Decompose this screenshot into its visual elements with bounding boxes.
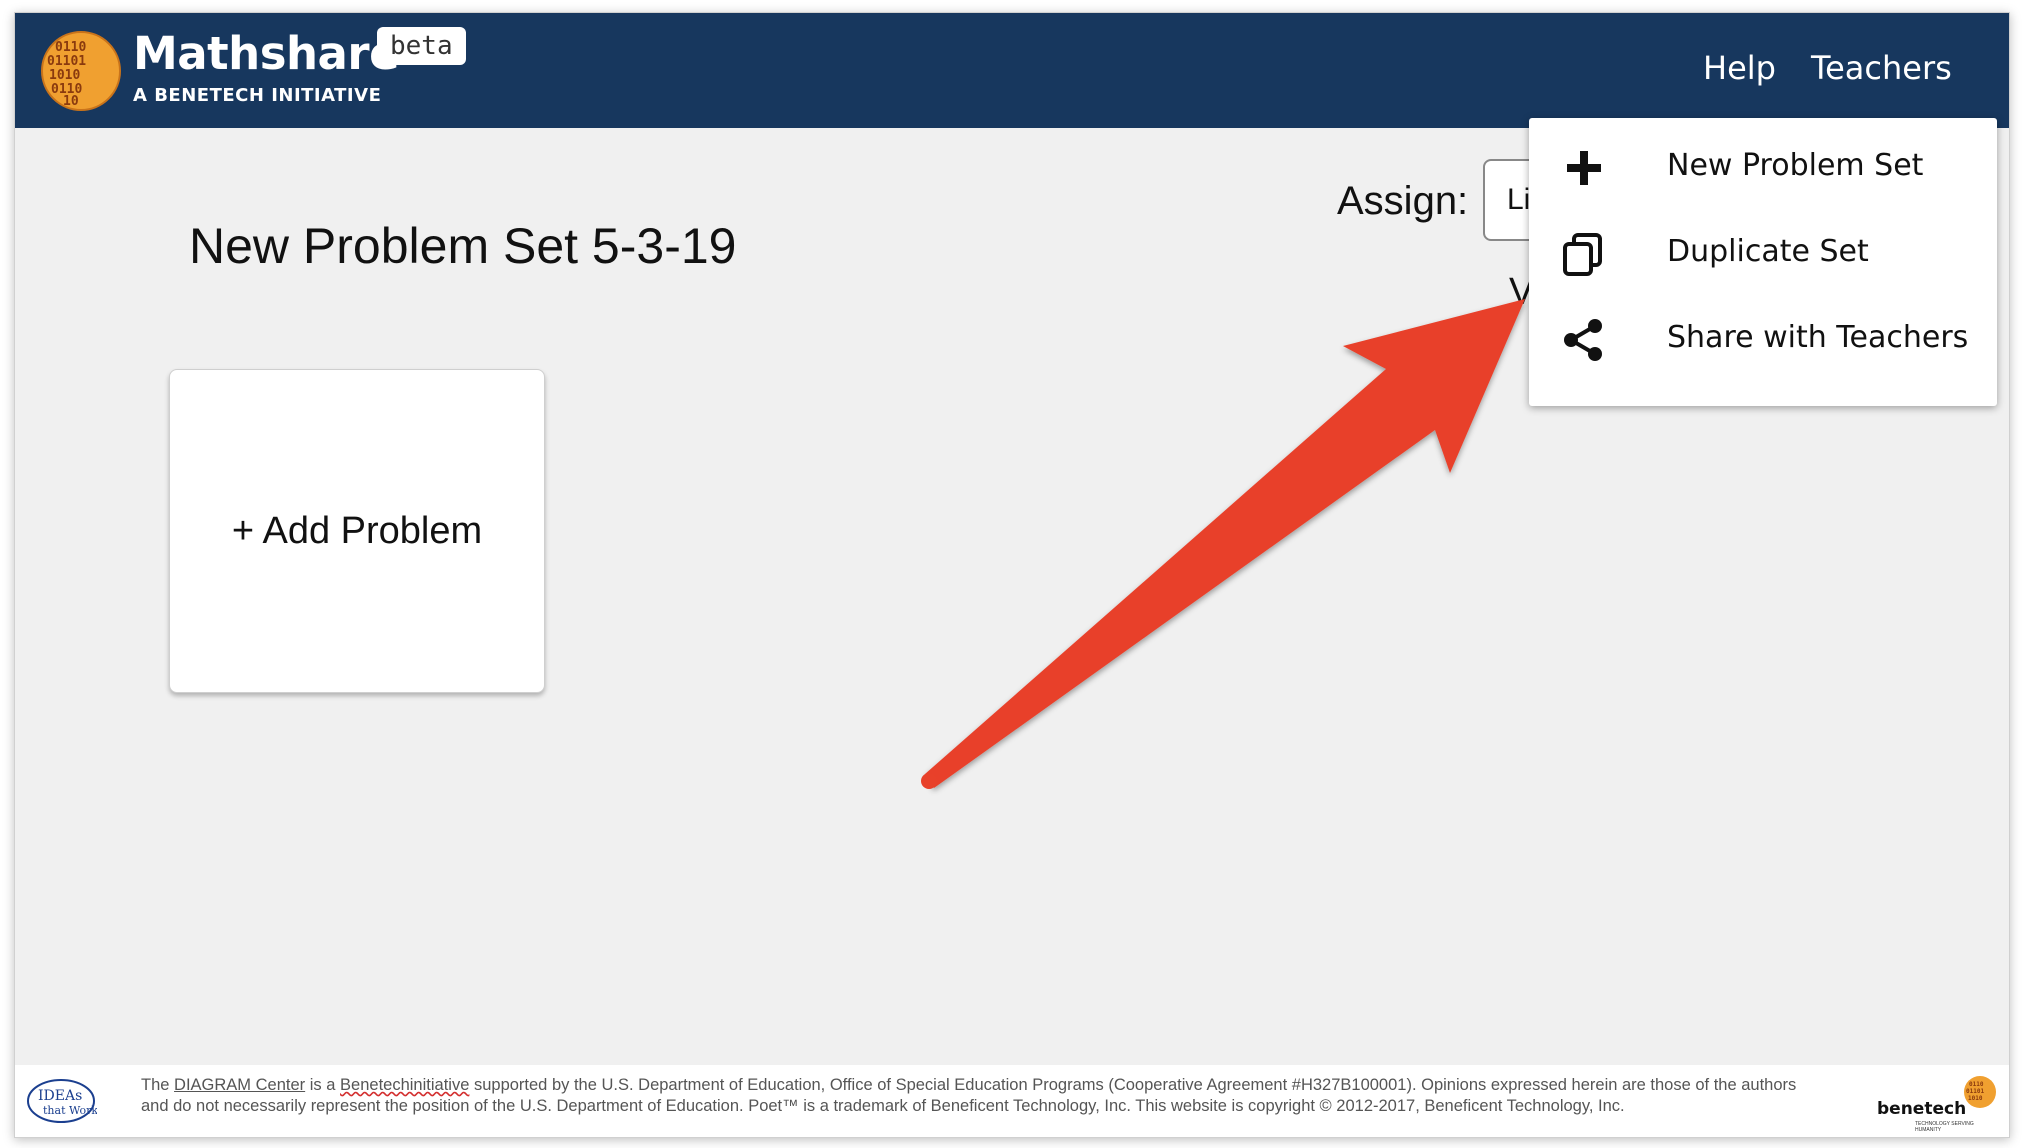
svg-text:0110: 0110 [55, 40, 86, 55]
assign-label: Assign: [1337, 179, 1469, 223]
footer-text-part: is a [309, 1076, 336, 1094]
footer-text-part: The [141, 1076, 170, 1094]
menu-item-label: Share with Teachers [1667, 320, 1969, 355]
svg-text:0110: 0110 [1969, 1081, 1984, 1088]
share-icon [1564, 319, 1602, 361]
svg-text:10: 10 [63, 94, 79, 109]
top-navbar: 0110 01101 1010 0110 10 Mathshare A BENE… [15, 13, 2009, 128]
benetech-logo-word: benetech [1877, 1099, 1967, 1119]
annotation-arrow-shape [925, 299, 1525, 788]
menu-item-share-with-teachers[interactable]: Share with Teachers [1529, 296, 1997, 382]
brand-name[interactable]: Mathshare [133, 27, 400, 80]
diagram-center-link[interactable]: DIAGRAM Center [174, 1076, 305, 1094]
benetech-logo[interactable]: 0110 01101 1010 benetech TECHNOLOGY SERV… [1877, 1075, 1997, 1133]
mathshare-logo-icon[interactable]: 0110 01101 1010 0110 10 [41, 31, 121, 111]
ideas-logo-line1: IDEAs [38, 1088, 82, 1104]
menu-item-new-problem-set[interactable]: New Problem Set [1529, 124, 1997, 210]
plus-icon [1567, 151, 1601, 185]
problem-set-title[interactable]: New Problem Set 5-3-19 [189, 217, 736, 275]
ideas-logo-line2: that Work [43, 1104, 97, 1117]
benetech-logo-tagline: TECHNOLOGY SERVING HUMANITY [1915, 1121, 1974, 1133]
svg-text:1010: 1010 [49, 68, 80, 83]
benetech-logo-icon: 0110 01101 1010 [1964, 1076, 1996, 1108]
brand-subtitle: A BENETECH INITIATIVE [133, 85, 382, 106]
menu-item-label: Duplicate Set [1667, 234, 1869, 269]
footer-disclaimer: The DIAGRAM Center is a Benetechinitiati… [141, 1075, 1821, 1117]
nav-link-help[interactable]: Help [1703, 49, 1776, 87]
menu-item-duplicate-set[interactable]: Duplicate Set [1529, 210, 1997, 296]
site-footer: IDEAs that Work The DIAGRAM Center is a … [15, 1065, 2009, 1137]
nav-link-teachers[interactable]: Teachers [1811, 49, 1952, 87]
beta-badge: beta [377, 27, 466, 65]
benetech-initiative-word: Benetechinitiative [340, 1076, 470, 1094]
menu-item-label: New Problem Set [1667, 148, 1924, 183]
assign-select-value: Li [1507, 183, 1531, 216]
ideas-that-work-logo[interactable]: IDEAs that Work [25, 1075, 97, 1127]
options-dropdown-menu: New Problem Set Duplicate Set Share with… [1529, 118, 1997, 406]
app-window: 0110 01101 1010 0110 10 Mathshare A BENE… [14, 12, 2010, 1138]
add-problem-label: + Add Problem [231, 509, 483, 552]
svg-text:1010: 1010 [1968, 1095, 1983, 1102]
svg-text:01101: 01101 [1966, 1088, 1984, 1095]
copy-icon [1563, 233, 1602, 276]
add-problem-card[interactable]: + Add Problem [169, 369, 545, 693]
svg-text:01101: 01101 [47, 54, 86, 69]
